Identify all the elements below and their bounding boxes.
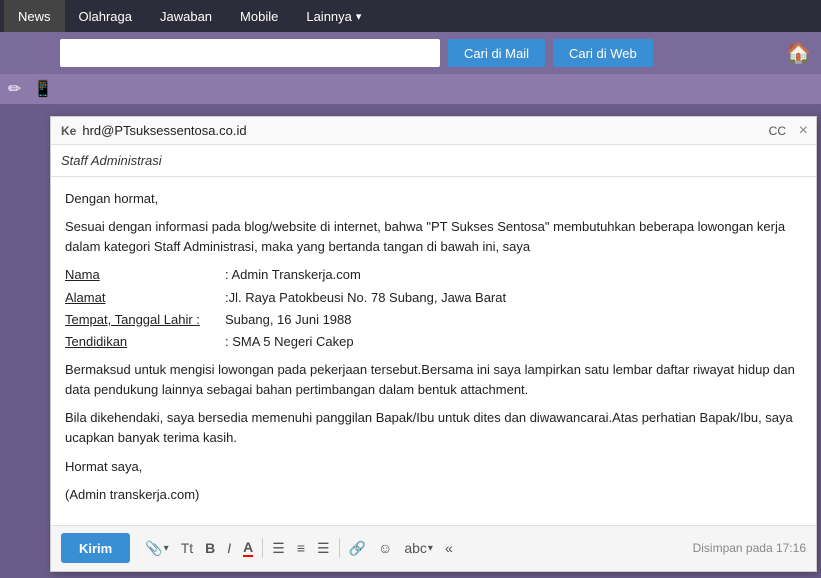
color-icon: A	[243, 539, 253, 557]
format-icon: Tt	[181, 540, 193, 556]
birthdate-label: Tempat, Tanggal Lahir :	[65, 310, 225, 330]
attach-icon: 📎	[145, 540, 162, 557]
birthdate-value: Subang, 16 Juni 1988	[225, 310, 352, 330]
toolbar-separator-2	[339, 538, 340, 558]
to-value[interactable]: hrd@PTsuksessentosa.co.id	[82, 123, 768, 138]
autosave-status: Disimpan pada 17:16	[693, 541, 806, 555]
body-regards: Hormat saya,	[65, 457, 802, 477]
email-subject[interactable]: Staff Administrasi	[51, 145, 816, 177]
link-button[interactable]: 🔗	[344, 534, 371, 562]
education-value: : SMA 5 Negeri Cakep	[225, 332, 354, 352]
name-row: Nama : Admin Transkerja.com	[65, 265, 802, 285]
icon-bar: ✏ 📱	[0, 74, 821, 104]
education-label: Tendidikan	[65, 332, 225, 352]
close-button[interactable]: ×	[799, 122, 808, 140]
to-label: Ke	[61, 124, 76, 138]
nav-jawaban[interactable]: Jawaban	[146, 0, 226, 32]
align-button[interactable]: ☰	[312, 534, 335, 562]
attach-button[interactable]: 📎 ▾	[140, 534, 173, 562]
search-input[interactable]	[60, 39, 440, 67]
bold-button[interactable]: B	[200, 534, 220, 562]
more-icon: «	[445, 540, 453, 556]
link-icon: 🔗	[349, 540, 366, 557]
emoji-icon: ☺	[378, 540, 392, 556]
spell-icon: abc	[404, 540, 427, 556]
cc-label[interactable]: CC	[769, 124, 786, 138]
education-row: Tendidikan : SMA 5 Negeri Cakep	[65, 332, 802, 352]
address-value: :Jl. Raya Patokbeusi No. 78 Subang, Jawa…	[225, 288, 506, 308]
list-button[interactable]: ☰	[267, 534, 290, 562]
spell-dropdown-icon: ▾	[428, 543, 433, 554]
italic-button[interactable]: I	[222, 534, 236, 562]
attach-dropdown-icon: ▾	[164, 543, 169, 554]
nav-lainnya-label: Lainnya	[306, 9, 361, 24]
bold-icon: B	[205, 540, 215, 556]
top-navigation: News Olahraga Jawaban Mobile Lainnya	[0, 0, 821, 32]
nav-mobile[interactable]: Mobile	[226, 0, 292, 32]
italic-icon: I	[227, 540, 231, 556]
emoji-button[interactable]: ☺	[373, 534, 397, 562]
list-icon: ☰	[272, 540, 285, 557]
color-button[interactable]: A	[238, 534, 258, 562]
email-compose-window: Ke hrd@PTsuksessentosa.co.id CC × Staff …	[50, 116, 817, 572]
align-icon: ☰	[317, 540, 330, 557]
send-button[interactable]: Kirim	[61, 533, 130, 563]
nav-olahraga[interactable]: Olahraga	[65, 0, 146, 32]
toolbar-separator-1	[262, 538, 263, 558]
search-bar: Cari di Mail Cari di Web 🏠	[0, 32, 821, 74]
address-label: Alamat	[65, 288, 225, 308]
indent-icon: ≡	[297, 540, 305, 556]
home-icon[interactable]: 🏠	[786, 41, 811, 66]
nav-lainnya[interactable]: Lainnya	[292, 0, 375, 32]
nav-news[interactable]: News	[4, 0, 65, 32]
body-info-table: Nama : Admin Transkerja.com Alamat :Jl. …	[65, 265, 802, 352]
body-signature: (Admin transkerja.com)	[65, 485, 802, 505]
body-intro: Sesuai dengan informasi pada blog/websit…	[65, 217, 802, 257]
email-to-row: Ke hrd@PTsuksessentosa.co.id CC ×	[51, 117, 816, 145]
more-button[interactable]: «	[440, 534, 458, 562]
search-mail-button[interactable]: Cari di Mail	[448, 39, 545, 67]
search-web-button[interactable]: Cari di Web	[553, 39, 653, 67]
name-label: Nama	[65, 265, 225, 285]
email-toolbar: Kirim 📎 ▾ Tt B I A ☰ ≡ ☰ 🔗	[51, 525, 816, 571]
compose-icon[interactable]: ✏	[8, 79, 21, 99]
email-body[interactable]: Dengan hormat, Sesuai dengan informasi p…	[51, 177, 816, 525]
mobile-icon[interactable]: 📱	[33, 79, 53, 99]
name-value: : Admin Transkerja.com	[225, 265, 361, 285]
body-purpose: Bermaksud untuk mengisi lowongan pada pe…	[65, 360, 802, 400]
indent-button[interactable]: ≡	[292, 534, 310, 562]
format-button[interactable]: Tt	[176, 534, 198, 562]
body-greeting: Dengan hormat,	[65, 189, 802, 209]
address-row: Alamat :Jl. Raya Patokbeusi No. 78 Suban…	[65, 288, 802, 308]
spell-button[interactable]: abc ▾	[399, 534, 438, 562]
birthdate-row: Tempat, Tanggal Lahir : Subang, 16 Juni …	[65, 310, 802, 330]
body-closing1: Bila dikehendaki, saya bersedia memenuhi…	[65, 408, 802, 448]
